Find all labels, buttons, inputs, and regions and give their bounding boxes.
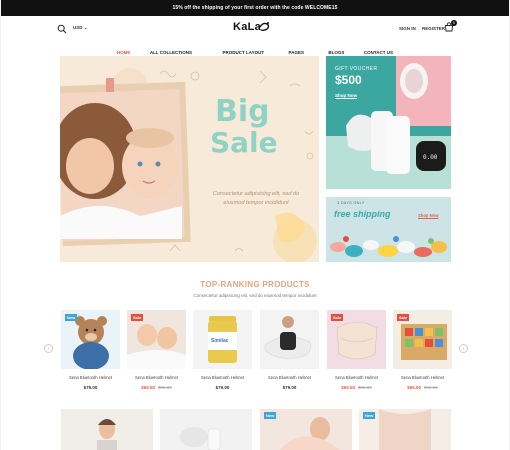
free-shipping-title: free shipping — [334, 209, 391, 219]
sign-in-link[interactable]: SIGN IN — [399, 26, 416, 31]
category-card[interactable]: New — [260, 409, 352, 450]
site-header: USD ⌄ KaLa SIGN IN REGISTER 0 — [1, 16, 509, 41]
category-badge: New — [264, 412, 277, 419]
free-shipping-banner[interactable]: 3 DAYS ONLY free shipping Shop Now — [326, 197, 451, 262]
section-subtitle: Consectetur adipisicing elit, sed do eiu… — [193, 293, 317, 298]
product-name[interactable]: Sena Bluetooth Helmet — [193, 375, 252, 380]
product-card[interactable]: Sale Sena Bluetooth Helmet $65.50 $95.00 — [127, 310, 186, 390]
main-nav: HOME ALL COLLECTIONS PRODUCT LAYOUT PAGE… — [1, 41, 509, 55]
product-badge: New — [65, 314, 78, 321]
announcement-text: 15% off the shipping of your first order… — [172, 5, 338, 11]
free-shipping-subtitle: 3 DAYS ONLY — [337, 201, 365, 205]
register-link[interactable]: REGISTER — [422, 26, 445, 31]
currency-selector[interactable]: USD ⌄ — [73, 25, 88, 31]
gift-voucher-amount: $500 — [335, 73, 362, 87]
product-image[interactable]: Similac — [193, 310, 252, 369]
product-name[interactable]: Sena Bluetooth Helmet — [127, 375, 186, 380]
category-card[interactable]: New — [359, 409, 451, 450]
search-icon[interactable] — [57, 24, 67, 34]
maternity-pillow-image — [260, 310, 319, 369]
product-image[interactable]: Sale — [393, 310, 452, 369]
product-price: $65.50 $95.00 — [341, 385, 372, 390]
product-price: $79.00 — [282, 385, 297, 390]
product-image[interactable] — [260, 310, 319, 369]
pump-display-text: 0.00 — [423, 154, 438, 161]
free-shipping-shop-now-link[interactable]: Shop Now — [418, 213, 438, 218]
svg-text:Similac: Similac — [211, 338, 229, 344]
product-image[interactable]: Sale — [327, 310, 386, 369]
woman-portrait-image — [61, 409, 153, 450]
gift-voucher-label: GIFT VOUCHER — [335, 66, 378, 72]
formula-can-image: Similac — [193, 310, 252, 369]
chevron-right-icon: › — [462, 346, 465, 352]
pump-product-image — [160, 409, 252, 450]
category-badge: New — [363, 412, 376, 419]
product-price: $79.00 — [83, 385, 98, 390]
product-image[interactable]: Sale — [127, 310, 186, 369]
site-logo[interactable]: KaLa — [233, 21, 270, 33]
product-card[interactable]: Sena Bluetooth Helmet $79.00 — [260, 310, 319, 390]
product-name[interactable]: Sena Bluetooth Helmet — [61, 375, 120, 380]
category-card[interactable] — [61, 409, 153, 450]
hero-description: Consectetur adipisicing elit, sed do eiu… — [212, 191, 300, 206]
carousel-prev-button[interactable]: ‹ — [44, 344, 53, 353]
product-badge: Sale — [331, 314, 344, 321]
announcement-bar: 15% off the shipping of your first order… — [1, 0, 509, 16]
product-card[interactable]: Similac Sena Bluetooth Helmet $79.00 — [193, 310, 252, 390]
chevron-down-icon: ⌄ — [83, 25, 88, 30]
product-card[interactable]: Sale Sena Bluetooth Helmet $65.50 $95.00 — [327, 310, 386, 390]
product-name[interactable]: Sena Bluetooth Helmet — [327, 375, 386, 380]
product-price: $65.50 $95.00 — [407, 385, 438, 390]
product-image[interactable]: New — [61, 310, 120, 369]
hero-illustration — [60, 56, 319, 262]
logo-mark-icon — [259, 22, 270, 32]
chevron-left-icon: ‹ — [47, 346, 50, 352]
cart-count-badge: 0 — [451, 20, 457, 26]
hero-banner[interactable]: Big Sale Consectetur adipisicing elit, s… — [60, 56, 319, 262]
product-price: $79.00 — [215, 385, 230, 390]
product-badge: Sale — [131, 314, 144, 321]
hero-title-sale: Sale — [210, 126, 278, 159]
baby-shoes-image — [326, 197, 451, 262]
product-badge: Sale — [397, 314, 410, 321]
product-price: $65.50 $95.00 — [141, 385, 172, 390]
carousel-next-button[interactable]: › — [459, 344, 468, 353]
category-card[interactable] — [160, 409, 252, 450]
product-name[interactable]: Sena Bluetooth Helmet — [393, 375, 452, 380]
product-name[interactable]: Sena Bluetooth Helmet — [260, 375, 319, 380]
hero-title-big: Big — [215, 94, 270, 129]
gift-voucher-banner[interactable]: 0.00 GIFT VOUCHER $500 Shop Now — [326, 56, 451, 189]
page: 15% off the shipping of your first order… — [1, 0, 509, 450]
gift-shop-now-link[interactable]: Shop Now — [335, 93, 357, 98]
section-title: TOP-RANKING PRODUCTS — [200, 280, 310, 289]
product-card[interactable]: Sale Sena Bluetooth Helmet $65.50 $95.00 — [393, 310, 452, 390]
product-card[interactable]: New Sena Bluetooth Helmet $79.00 — [61, 310, 120, 390]
